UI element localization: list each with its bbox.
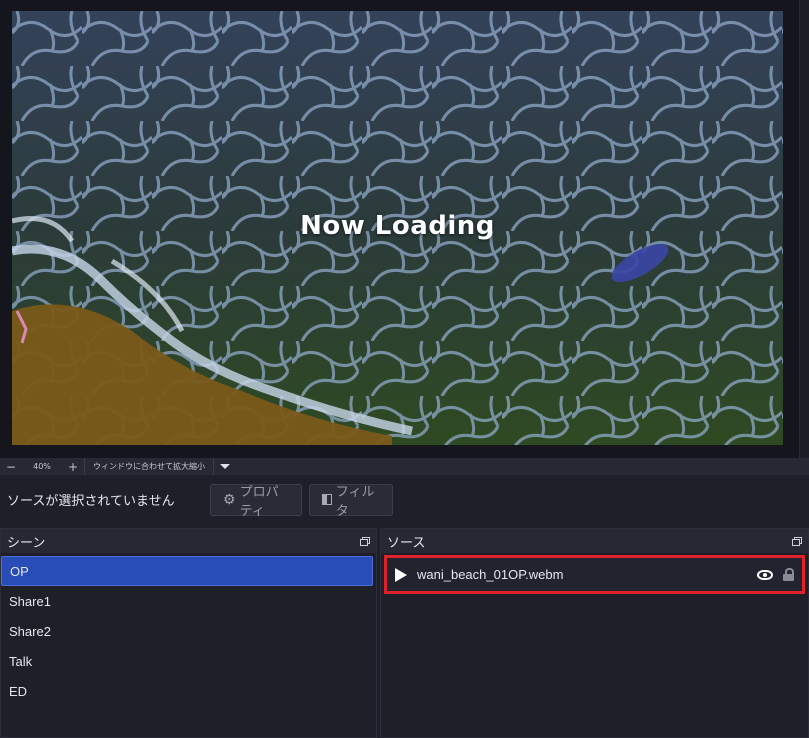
zoom-level: 40%: [33, 462, 51, 471]
zoom-out-button[interactable]: −: [0, 458, 22, 475]
undock-icon[interactable]: [360, 536, 370, 546]
zoom-bar: − 40% + ウィンドウに合わせて拡大縮小: [0, 458, 809, 475]
scene-item-share1[interactable]: Share1: [1, 586, 373, 616]
preview-canvas[interactable]: Now Loading: [12, 11, 783, 445]
preview-area: Now Loading: [0, 0, 809, 458]
context-bar: ソースが選択されていません ⚙ プロパティ フィルタ: [0, 475, 809, 524]
eye-icon[interactable]: [757, 569, 773, 580]
scene-list: OP Share1 Share2 Talk ED: [1, 553, 376, 706]
play-icon[interactable]: [395, 567, 407, 582]
filters-label: フィルタ: [335, 483, 375, 518]
now-loading-text: Now Loading: [300, 211, 495, 241]
gear-icon: ⚙: [223, 491, 236, 507]
source-name: wani_beach_01OP.webm: [417, 567, 564, 582]
no-source-selected-label: ソースが選択されていません: [7, 493, 175, 508]
zoom-dropdown-button[interactable]: [214, 458, 236, 475]
preview-scrollbar[interactable]: [799, 0, 809, 458]
scenes-dock: シーン OP Share1 Share2 Talk ED: [0, 528, 377, 738]
scene-item-ed[interactable]: ED: [1, 676, 373, 706]
filters-button[interactable]: フィルタ: [309, 483, 393, 518]
chevron-down-icon: [220, 464, 230, 469]
undock-icon[interactable]: [792, 536, 802, 546]
sources-dock-header: ソース: [381, 529, 808, 553]
scenes-dock-header: シーン: [1, 529, 376, 553]
source-list: wani_beach_01OP.webm: [381, 553, 808, 594]
properties-label: プロパティ: [239, 483, 279, 518]
source-item-wani-beach[interactable]: wani_beach_01OP.webm: [384, 555, 805, 594]
sources-dock: ソース wani_beach_01OP.webm: [380, 528, 809, 738]
filter-icon: [322, 494, 332, 505]
obs-main-window: Now Loading − 40% + ウィンドウに合わせて拡大縮小 ソースが選…: [0, 0, 809, 738]
scene-item-talk[interactable]: Talk: [1, 646, 373, 676]
scene-item-share2[interactable]: Share2: [1, 616, 373, 646]
sources-dock-title: ソース: [387, 534, 426, 550]
fit-to-window-button[interactable]: ウィンドウに合わせて拡大縮小: [84, 458, 214, 475]
properties-button[interactable]: ⚙ プロパティ: [210, 483, 302, 518]
scenes-dock-title: シーン: [7, 534, 46, 550]
scene-item-op[interactable]: OP: [1, 556, 373, 586]
zoom-in-button[interactable]: +: [62, 458, 84, 475]
lock-icon[interactable]: [783, 568, 794, 581]
